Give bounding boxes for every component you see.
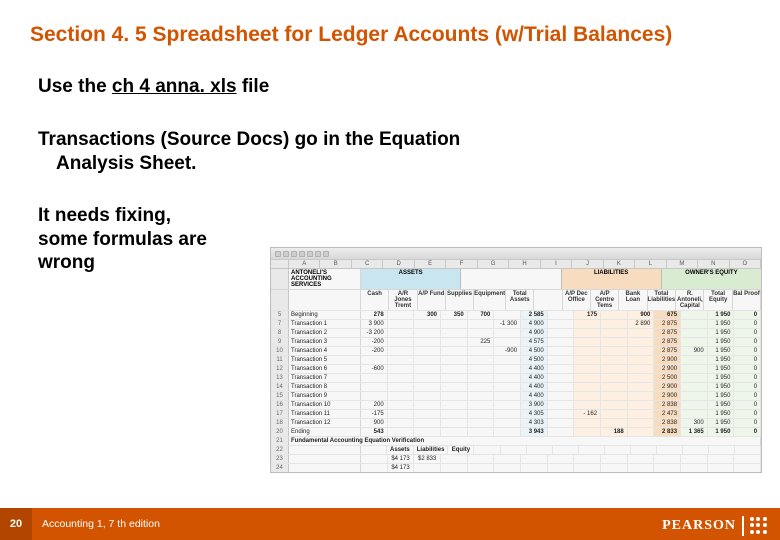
spreadsheet-subheaders: CashA/R Jones TremtA/P FundSuppliesEquip…	[271, 289, 761, 310]
spreadsheet-row: 15Transaction 94 4002 9001 9500	[271, 391, 761, 400]
filename: ch 4 anna. xls	[112, 76, 237, 97]
spreadsheet-row: 11Transaction 54 5002 9001 9500	[271, 355, 761, 364]
fix3: wrong	[38, 251, 268, 275]
section-assets: ASSETS	[361, 269, 461, 289]
slide-footer: 20 Accounting 1, 7 th edition PEARSON	[0, 508, 780, 540]
spreadsheet-section-row: ANTONELI'S ACCOUNTING SERVICES ASSETS LI…	[271, 269, 761, 289]
instruction-line-1: Use the ch 4 anna. xls file	[38, 76, 750, 98]
spreadsheet-row: 13Transaction 74 4002 5001 9500	[271, 373, 761, 382]
spreadsheet-row: 8Transaction 2-3 2004 9002 8751 9500	[271, 328, 761, 337]
verification-header-row: 22 AssetsLiabilitiesEquity	[271, 445, 761, 454]
section-equity: OWNER'S EQUITY	[662, 269, 761, 289]
page-number: 20	[0, 508, 32, 540]
line1-pre: Use the	[38, 76, 112, 97]
pearson-logo: PEARSON	[662, 516, 768, 536]
verification-row-2: 24 $4 173	[271, 463, 761, 472]
slide-title: Section 4. 5 Spreadsheet for Ledger Acco…	[0, 0, 780, 48]
company-name-3: SERVICES	[291, 282, 358, 288]
spreadsheet-row: 14Transaction 84 4002 9001 9500	[271, 382, 761, 391]
fix1: It needs fixing,	[38, 204, 268, 228]
section-liabilities: LIABILITIES	[562, 269, 662, 289]
fix2: some formulas are	[38, 228, 268, 252]
verification-label-row: 21 Fundamental Accounting Equation Verif…	[271, 436, 761, 445]
instruction-line-2: Transactions (Source Docs) go in the Equ…	[38, 128, 750, 176]
spreadsheet-row: 9Transaction 3-2002254 5752 8751 9500	[271, 337, 761, 346]
brand-name: PEARSON	[662, 518, 736, 534]
spreadsheet-row: 20Ending5433 9431882 8331 3651 9500	[271, 427, 761, 436]
verification-row-1: 23 $4 173$2 833	[271, 454, 761, 463]
spreadsheet-row: 16Transaction 102003 9002 8381 9500	[271, 400, 761, 409]
spreadsheet-row: 7Transaction 13 900-1 3004 9002 8902 875…	[271, 319, 761, 328]
spreadsheet-row: 18Transaction 129004 3032 8383001 9500	[271, 418, 761, 427]
spreadsheet-toolbar	[271, 248, 761, 260]
footer-text: Accounting 1, 7 th edition	[32, 518, 160, 530]
line2b: Analysis Sheet.	[38, 152, 750, 176]
spreadsheet-screenshot: ABCDEFGHIJKLMNO ANTONELI'S ACCOUNTING SE…	[270, 247, 762, 473]
spreadsheet-row: 10Transaction 4-200-9004 5002 8759001 95…	[271, 346, 761, 355]
spreadsheet-row: 12Transaction 6-6004 4002 9001 9500	[271, 364, 761, 373]
line1-post: file	[237, 76, 270, 97]
line2a: Transactions (Source Docs) go in the Equ…	[38, 128, 750, 152]
fix-note: It needs fixing, some formulas are wrong	[38, 204, 268, 275]
spreadsheet-row: 5Beginning2783003507002 5851759006751 95…	[271, 310, 761, 319]
spreadsheet-row: 17Transaction 11-1754 305- 1622 4731 950…	[271, 409, 761, 418]
spreadsheet-column-headers: ABCDEFGHIJKLMNO	[271, 260, 761, 269]
